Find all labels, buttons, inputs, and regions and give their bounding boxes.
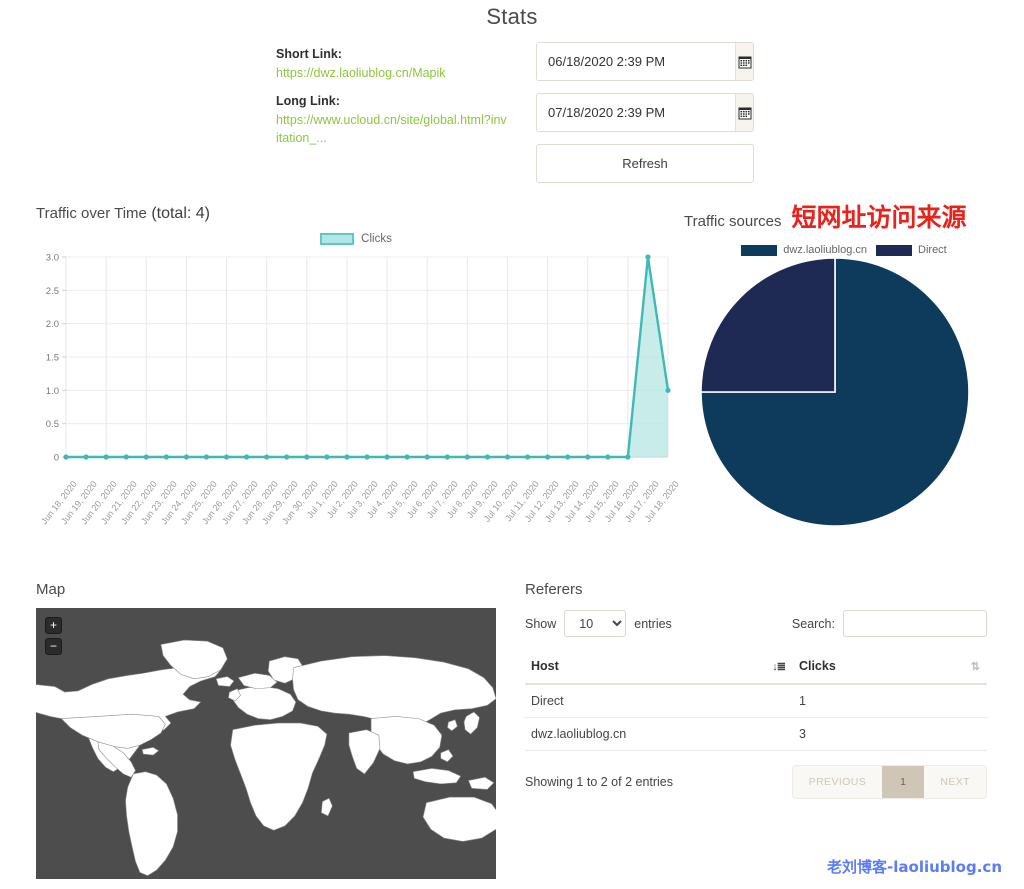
traffic-sources-chart: Traffic sources 短网址访问来源 dwz.laoliublog.c… [684,205,1004,531]
start-date-calendar-button[interactable] [735,43,753,80]
world-map-svg [36,639,496,877]
map-zoom-controls: + − [45,617,62,659]
svg-text:0.5: 0.5 [46,419,59,430]
referers-title: Referers [525,581,583,598]
pie-legend: dwz.laoliublog.cn Direct [684,244,1004,256]
refresh-button[interactable]: Refresh [536,144,754,183]
short-link-url[interactable]: https://dwz.laoliublog.cn/Mapik [276,65,508,83]
sort-both-icon[interactable]: ⇅ [971,660,980,673]
pie-legend-item[interactable]: dwz.laoliublog.cn [741,244,867,256]
table-row[interactable]: dwz.laoliublog.cn 3 [525,717,987,751]
traffic-sources-title: Traffic sources [684,213,782,230]
search-input[interactable] [843,610,987,637]
traffic-sources-header: Traffic sources 短网址访问来源 [684,205,1004,230]
pie-legend-item[interactable]: Direct [876,244,947,256]
traffic-sources-annotation: 短网址访问来源 [791,203,967,232]
show-label: Show [525,616,557,631]
pie-legend-label: dwz.laoliublog.cn [783,244,868,256]
pie-legend-swatch [876,244,913,256]
legend-label-clicks: Clicks [361,233,392,245]
long-link-url[interactable]: https://www.ucloud.cn/site/global.html?i… [276,112,508,147]
traffic-x-axis-labels: Jun 18, 2020 Jun 19, 2020 Jun 20, 2020 Jun … [36,479,681,541]
column-header-host[interactable]: Host ↓≣ [525,651,793,685]
calendar-icon [738,107,751,119]
referers-table: Host ↓≣ Clicks ⇅ Direct 1 dwz.laoliublog.c… [525,651,987,751]
referers-controls: Show 102550100 entries Search: [525,610,987,637]
end-date-input[interactable] [537,94,735,131]
column-header-clicks-label: Clicks [798,659,836,673]
page-title: Stats [486,4,538,29]
links-column: Short Link: https://dwz.laoliublog.cn/Ma… [276,42,508,158]
traffic-plot-svg: 0 0.5 1.0 1.5 2.0 2.5 3.0 [46,253,671,464]
map-zoom-out-button[interactable]: − [45,638,62,655]
map-panel: Map + − [36,581,496,879]
referers-panel: Referers Show 102550100 entries Search: … [525,581,987,799]
entries-select[interactable]: 102550100 [564,610,627,637]
pagination: Previous 1 Next [791,765,987,799]
column-header-clicks[interactable]: Clicks ⇅ [792,651,987,685]
map-canvas[interactable]: + − [36,608,496,879]
short-link-label: Short Link: [276,47,342,61]
start-date-group [536,42,754,81]
long-link-label: Long Link: [276,94,340,109]
search-group: Search: [792,610,987,637]
cell-clicks: 1 [792,684,987,718]
referers-info: Showing 1 to 2 of 2 entries [525,775,674,789]
referers-table-head: Host ↓≣ Clicks ⇅ [525,651,987,685]
traffic-over-time-chart: Traffic over Time (total: 4) Clicks 0 0.5… [36,205,681,541]
traffic-chart-header: Traffic over Time (total: 4) [36,205,676,223]
charts-section: Traffic over Time (total: 4) Clicks 0 0.5… [0,205,1024,545]
svg-text:1.0: 1.0 [46,386,59,397]
map-zoom-in-button[interactable]: + [45,617,62,634]
pagination-page-1-button[interactable]: 1 [882,766,925,798]
pagination-previous-button[interactable]: Previous [792,766,883,798]
calendar-icon [738,56,751,68]
svg-text:1.5: 1.5 [46,353,59,364]
sort-descending-icon[interactable]: ↓≣ [772,660,786,673]
end-date-group [536,93,754,132]
svg-text:2.5: 2.5 [46,286,59,297]
svg-text:0: 0 [54,453,59,464]
pie-chart-svg [700,257,970,527]
table-row[interactable]: Direct 1 [525,684,987,718]
traffic-chart-title: Traffic over Time [36,205,147,222]
traffic-chart-legend: Clicks [36,229,676,249]
entries-label: entries [634,616,672,631]
header-section: Short Link: https://dwz.laoliublog.cn/Ma… [0,42,1024,183]
start-date-input[interactable] [537,43,735,80]
cell-host: dwz.laoliublog.cn [525,717,793,751]
pie-legend-swatch [741,244,778,256]
show-entries-group: Show 102550100 entries [525,610,672,637]
svg-text:2.0: 2.0 [46,319,59,330]
cell-clicks: 3 [792,717,987,751]
column-header-host-label: Host [531,659,559,673]
pagination-next-button[interactable]: Next [924,766,986,798]
referers-table-body: Direct 1 dwz.laoliublog.cn 3 [525,684,987,751]
end-date-calendar-button[interactable] [735,94,753,131]
legend-swatch-clicks [320,233,355,245]
watermark: 老刘博客-laoliublog.cn [827,858,1002,876]
cell-host: Direct [525,684,793,718]
pie-legend-label: Direct [918,244,947,256]
search-label: Search: [791,616,835,631]
traffic-chart-total: (total: 4) [151,205,210,222]
map-title: Map [36,581,66,598]
referers-footer: Showing 1 to 2 of 2 entries Previous 1 N… [525,765,987,799]
referers-header-row: Host ↓≣ Clicks ⇅ [525,651,987,685]
pie-slice[interactable] [700,257,836,393]
svg-text:3.0: 3.0 [46,253,59,264]
date-controls: Refresh [536,42,754,183]
traffic-plot-area: 0 0.5 1.0 1.5 2.0 2.5 3.0 [36,251,676,479]
